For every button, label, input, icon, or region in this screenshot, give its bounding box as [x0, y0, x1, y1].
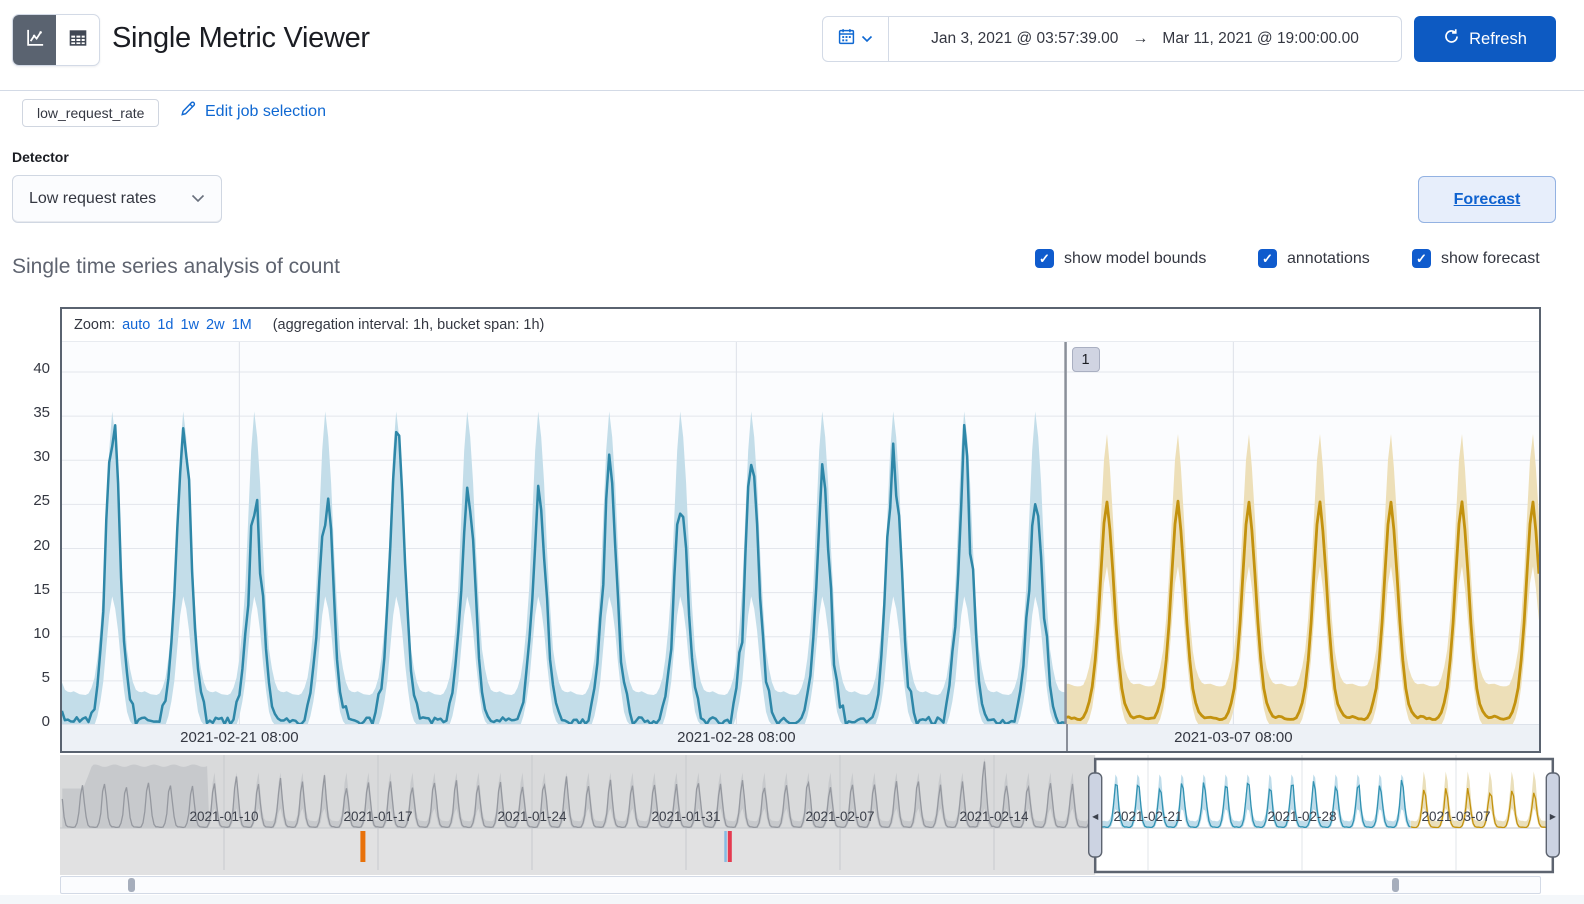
edit-job-selection-label: Edit job selection [205, 102, 326, 120]
zoom-link-1d[interactable]: 1d [157, 317, 173, 333]
main-chart-svg [60, 342, 1541, 726]
zoom-link-1w[interactable]: 1w [180, 317, 199, 333]
check-icon: ✓ [1416, 250, 1427, 266]
check-icon: ✓ [1262, 250, 1273, 266]
header-divider [0, 90, 1584, 91]
detector-select[interactable]: Low request rates [12, 175, 222, 223]
x-axis-tick-label: 2021-02-28 08:00 [677, 729, 796, 746]
swimlane-left [60, 828, 1096, 875]
show-model-bounds-checkbox[interactable]: ✓ [1035, 249, 1054, 268]
actual-series-line [60, 423, 1065, 726]
y-axis-tick-label: 20 [33, 536, 50, 554]
time-series-chart: Zoom: auto 1d 1w 2w 1M (aggregation inte… [60, 307, 1541, 753]
navigator-date-label: 2021-01-17 [343, 809, 412, 824]
navigator-date-label: 2021-02-28 [1267, 809, 1336, 824]
plot-area[interactable] [60, 341, 1541, 726]
navigator-date-label: 2021-02-14 [959, 809, 1029, 824]
forecast-button[interactable]: Forecast [1418, 176, 1556, 223]
y-axis-tick-label: 35 [33, 404, 50, 422]
navigator-date-label: 2021-01-24 [497, 809, 567, 824]
pencil-icon [180, 101, 196, 122]
show-model-bounds-control: ✓ show model bounds [1035, 249, 1206, 268]
show-forecast-checkbox[interactable]: ✓ [1412, 249, 1431, 268]
select-chevron-down-icon [191, 190, 205, 208]
zoom-link-auto[interactable]: auto [122, 317, 150, 333]
job-id-badge: low_request_rate [22, 99, 160, 127]
navigator-date-label: 2021-01-10 [189, 809, 258, 824]
line-chart-icon [25, 28, 45, 53]
date-picker-menu-button[interactable] [823, 17, 889, 61]
bottom-strip [0, 895, 1584, 904]
analysis-heading: Single time series analysis of count [12, 255, 340, 278]
zoom-link-2w[interactable]: 2w [206, 317, 225, 333]
date-range: Jan 3, 2021 @ 03:57:39.00 → Mar 11, 2021… [889, 30, 1401, 48]
context-navigator-svg[interactable]: 2021-01-10 2021-01-17 2021-01-24 2021-01-31… [60, 755, 1584, 876]
annotations-checkbox[interactable]: ✓ [1258, 249, 1277, 268]
model-bounds-band [61, 411, 1065, 725]
view-toggle-group [12, 14, 100, 66]
refresh-label: Refresh [1469, 29, 1527, 48]
forecast-boundary-line [1065, 724, 1068, 751]
start-date-button[interactable]: Jan 3, 2021 @ 03:57:39.00 [931, 30, 1118, 48]
right-handle-arrow-icon: ▶ [1550, 812, 1557, 821]
y-axis-tick-label: 30 [33, 448, 50, 466]
detector-selected-value: Low request rates [29, 190, 157, 207]
show-forecast-control: ✓ show forecast [1412, 249, 1540, 268]
navigator-date-label: 2021-03-07 [1421, 809, 1490, 824]
check-icon: ✓ [1039, 250, 1050, 266]
aggregation-interval-note: (aggregation interval: 1h, bucket span: … [272, 317, 545, 333]
navigator-date-label: 2021-01-31 [651, 809, 720, 824]
chevron-down-icon [861, 30, 873, 48]
x-axis-tick-label: 2021-03-07 08:00 [1174, 729, 1293, 746]
scrollbar-thumb-left[interactable] [128, 878, 135, 892]
end-date-button[interactable]: Mar 11, 2021 @ 19:00:00.00 [1162, 30, 1358, 48]
y-axis-tick-label: 0 [41, 713, 50, 730]
chart-zoom-toolbar: Zoom: auto 1d 1w 2w 1M (aggregation inte… [62, 309, 1539, 341]
left-handle-arrow-icon: ◀ [1092, 812, 1099, 821]
scrollbar-thumb-right[interactable] [1392, 878, 1399, 892]
calendar-icon [838, 28, 855, 50]
show-model-bounds-label: show model bounds [1064, 249, 1207, 267]
y-axis-tick-label: 15 [33, 580, 50, 598]
x-axis-tick-label: 2021-02-21 08:00 [180, 729, 299, 746]
edit-job-selection-link[interactable]: Edit job selection [180, 101, 326, 122]
y-axis-tick-label: 5 [41, 668, 50, 686]
table-view-toggle-button[interactable] [56, 15, 99, 65]
annotations-label: annotations [1287, 249, 1370, 267]
annotation-badge[interactable]: 1 [1071, 347, 1100, 372]
page-title: Single Metric Viewer [112, 22, 370, 54]
range-arrow: → [1132, 30, 1149, 47]
navigator-scrollbar[interactable] [60, 876, 1541, 894]
annotations-control: ✓ annotations [1258, 249, 1370, 268]
chart-view-toggle-button[interactable] [13, 15, 56, 65]
detector-label: Detector [12, 149, 69, 165]
annotation-mark-companion [724, 831, 727, 862]
annotation-mark [360, 831, 366, 862]
zoom-link-1M[interactable]: 1M [232, 317, 252, 333]
zoom-label: Zoom: [74, 317, 116, 333]
time-range-picker: Jan 3, 2021 @ 03:57:39.00 → Mar 11, 2021… [822, 16, 1402, 62]
table-icon [68, 28, 88, 53]
navigator-date-label: 2021-02-21 [1113, 809, 1182, 824]
navigator-date-label: 2021-02-07 [805, 809, 874, 824]
annotation-mark [727, 831, 732, 862]
single-metric-viewer-page: Single Metric Viewer Jan 3, 2021 @ 03:57… [0, 0, 1584, 904]
refresh-button[interactable]: Refresh [1414, 16, 1556, 62]
refresh-icon [1443, 28, 1460, 50]
x-axis-strip: 2021-02-21 08:00 2021-02-28 08:00 2021-03-… [62, 724, 1539, 751]
y-axis-tick-label: 25 [33, 492, 50, 510]
show-forecast-label: show forecast [1441, 249, 1540, 267]
y-axis-tick-label: 10 [33, 624, 50, 642]
y-axis-tick-label: 40 [33, 360, 50, 377]
